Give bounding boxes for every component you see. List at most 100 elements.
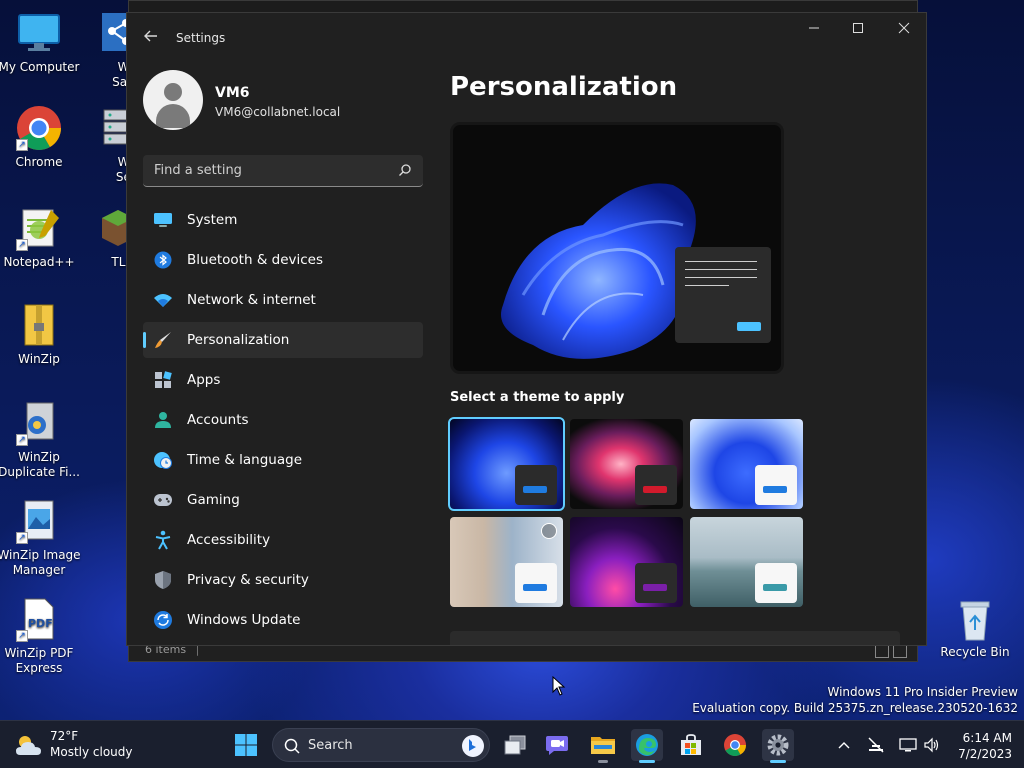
desktop-icon-label: WinZip Image Manager xyxy=(0,548,81,577)
taskbar-chrome[interactable] xyxy=(719,729,751,761)
close-button[interactable] xyxy=(881,13,926,47)
windows-logo-icon xyxy=(235,734,257,756)
show-hidden-icons-button[interactable] xyxy=(834,735,854,755)
taskbar-search[interactable] xyxy=(272,728,490,762)
running-indicator xyxy=(639,760,655,763)
theme-tile-flow[interactable] xyxy=(690,517,803,607)
person-icon xyxy=(153,411,173,429)
taskbar-microsoft-store[interactable] xyxy=(675,729,707,761)
taskbar-teams-chat[interactable] xyxy=(541,729,573,761)
nav-item-windows-update[interactable]: Windows Update xyxy=(143,602,423,638)
nav-label: Apps xyxy=(187,372,221,388)
network-disconnected-button[interactable] xyxy=(866,735,886,755)
settings-window: Settings VM6 VM6@collabnet.local Find a … xyxy=(126,12,927,646)
tiles-view-icon[interactable] xyxy=(893,644,907,658)
taskbar-settings[interactable] xyxy=(762,729,794,763)
desktop-icon-label: WinZip xyxy=(18,352,60,366)
running-indicator xyxy=(598,760,608,763)
desktop-icon-recycle-bin[interactable]: Recycle Bin xyxy=(940,598,1010,659)
search-icon xyxy=(284,738,300,754)
brush-icon xyxy=(153,331,173,349)
settings-search[interactable] xyxy=(143,155,423,187)
folder-icon xyxy=(591,737,615,754)
wifi-icon xyxy=(153,291,173,309)
gear-icon xyxy=(767,734,789,756)
bing-icon[interactable] xyxy=(461,734,485,758)
desktop-icon-winzip-pdf[interactable]: PDF ↗ WinZip PDF Express xyxy=(0,596,81,676)
theme-tile-sunrise[interactable] xyxy=(570,517,683,607)
search-icon xyxy=(399,164,411,176)
taskbar-search-input[interactable] xyxy=(273,729,489,761)
bluetooth-icon xyxy=(153,251,173,269)
nav-item-accessibility[interactable]: Accessibility xyxy=(143,522,423,558)
pdf-icon: PDF ↗ xyxy=(16,596,62,642)
task-view-button[interactable] xyxy=(499,729,531,761)
theme-tile-windows-dark[interactable] xyxy=(448,417,565,511)
volume-button[interactable] xyxy=(922,735,942,755)
desktop-icon-chrome[interactable]: ↗ Chrome xyxy=(0,105,81,170)
nav-item-network[interactable]: Network & internet xyxy=(143,282,423,318)
theme-grid xyxy=(448,417,920,607)
user-profile[interactable]: VM6 VM6@collabnet.local xyxy=(143,63,423,145)
desktop-icon-winzip-image[interactable]: ↗ WinZip Image Manager xyxy=(0,498,81,578)
monitor-icon xyxy=(899,738,917,752)
taskbar-file-explorer[interactable] xyxy=(587,729,619,763)
slideshow-badge-icon xyxy=(541,523,557,539)
gamepad-icon xyxy=(153,491,173,509)
nav-item-bluetooth[interactable]: Bluetooth & devices xyxy=(143,242,423,278)
nav-label: Accessibility xyxy=(187,532,271,548)
shortcut-arrow-icon: ↗ xyxy=(16,630,28,642)
start-button[interactable] xyxy=(230,729,262,761)
system-clock[interactable]: 6:14 AM 7/2/2023 xyxy=(958,730,1012,762)
desktop-icon-notepadpp[interactable]: ↗ Notepad++ xyxy=(0,205,81,270)
apps-icon xyxy=(153,371,173,389)
notepadpp-icon: ↗ xyxy=(16,205,62,251)
preview-window-mockup xyxy=(675,247,771,343)
theme-preview xyxy=(450,122,784,374)
weather-temperature: 72°F xyxy=(50,729,79,743)
weather-condition: Mostly cloudy xyxy=(50,745,133,759)
theme-tile-windows-light[interactable] xyxy=(690,419,803,509)
view-toggle[interactable] xyxy=(875,644,907,658)
desktop-icon-label: Notepad++ xyxy=(3,255,75,269)
shortcut-arrow-icon: ↗ xyxy=(16,239,28,251)
taskbar-edge[interactable] xyxy=(631,729,663,763)
desktop-icon-winzip-duplicate[interactable]: ↗ WinZip Duplicate Fi... xyxy=(0,400,81,480)
chrome-icon xyxy=(724,734,746,756)
winzip-icon xyxy=(16,302,62,348)
minimize-button[interactable] xyxy=(791,13,837,47)
maximize-button[interactable] xyxy=(835,13,881,47)
theme-tile-captured-motion[interactable] xyxy=(450,517,563,607)
nav-item-time-language[interactable]: Time & language xyxy=(143,442,423,478)
theme-tile-glow[interactable] xyxy=(570,419,683,509)
cloudy-weather-icon xyxy=(16,736,41,755)
back-button[interactable] xyxy=(139,26,163,50)
maximize-icon xyxy=(853,23,863,33)
nav-label: Network & internet xyxy=(187,292,316,308)
settings-content: Personalization Select a theme to apply xyxy=(448,63,920,607)
recycle-bin-icon xyxy=(960,601,990,641)
chat-icon xyxy=(546,736,568,755)
speaker-icon xyxy=(924,737,939,753)
nav-item-system[interactable]: System xyxy=(143,202,423,238)
display-button[interactable] xyxy=(898,735,918,755)
theme-section-label: Select a theme to apply xyxy=(450,390,625,405)
nav-item-gaming[interactable]: Gaming xyxy=(143,482,423,518)
search-input[interactable] xyxy=(143,155,423,186)
clock-date: 7/2/2023 xyxy=(958,747,1012,761)
monitor-icon xyxy=(153,211,173,229)
nav-item-personalization[interactable]: Personalization xyxy=(143,322,423,358)
nav-label: Windows Update xyxy=(187,612,301,628)
nav-item-privacy-security[interactable]: Privacy & security xyxy=(143,562,423,598)
nav-item-apps[interactable]: Apps xyxy=(143,362,423,398)
task-view-icon xyxy=(504,735,526,755)
details-view-icon[interactable] xyxy=(875,644,889,658)
next-setting-card[interactable] xyxy=(450,631,900,645)
desktop-icon-winzip[interactable]: WinZip xyxy=(0,302,81,367)
settings-sidebar: VM6 VM6@collabnet.local System Bluetooth… xyxy=(143,63,423,642)
clock-globe-icon xyxy=(153,451,173,469)
shortcut-arrow-icon: ↗ xyxy=(16,532,28,544)
nav-item-accounts[interactable]: Accounts xyxy=(143,402,423,438)
clock-time: 6:14 AM xyxy=(962,731,1012,745)
desktop-icon-my-computer[interactable]: My Computer xyxy=(0,10,81,75)
